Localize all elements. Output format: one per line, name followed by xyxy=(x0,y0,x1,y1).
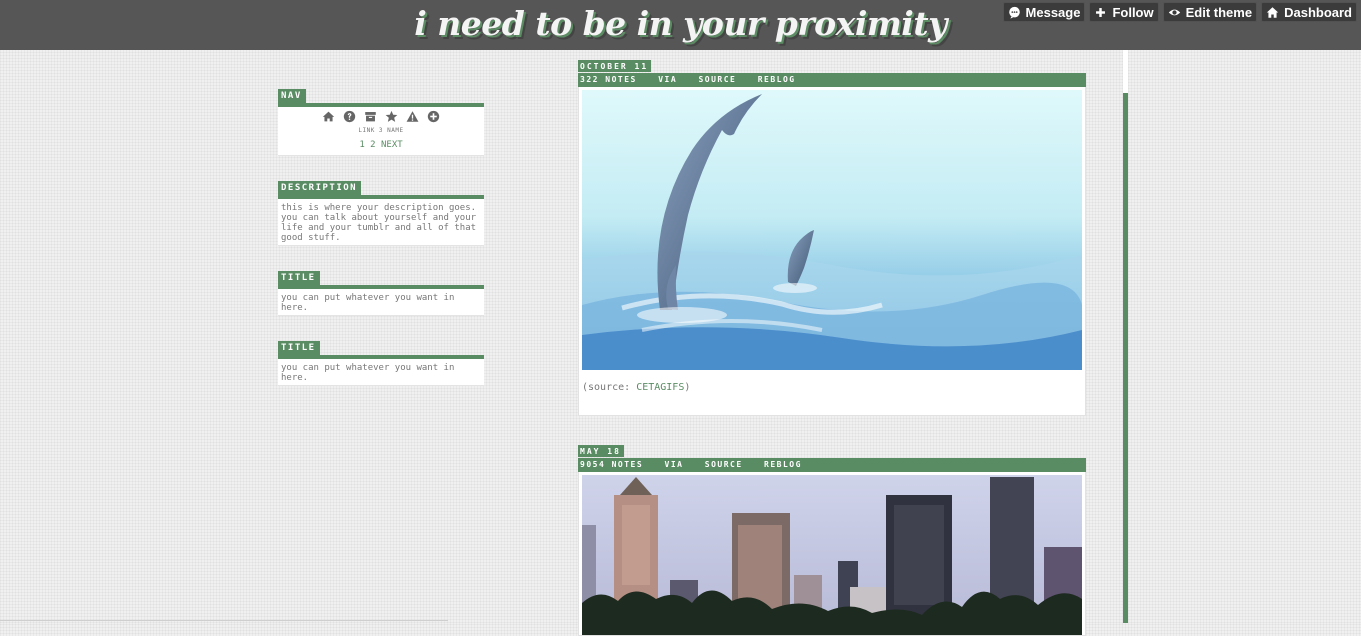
pagination: 1 2 NEXT xyxy=(281,140,481,150)
scrollbar[interactable] xyxy=(1123,93,1128,623)
nav-heading: NAV xyxy=(278,89,306,103)
nav-link[interactable]: LINK 3 NAME xyxy=(281,126,481,136)
archive-icon[interactable] xyxy=(364,110,377,123)
post-body xyxy=(578,472,1086,636)
dashboard-button-label: Dashboard xyxy=(1284,4,1352,20)
description-heading: DESCRIPTION xyxy=(278,181,362,195)
page-2-link[interactable]: 2 xyxy=(370,140,375,150)
eye-icon xyxy=(1168,9,1180,15)
post-1: OCTOBER 11 322 NOTES VIA SOURCE REBLOG (… xyxy=(578,54,1086,416)
reblog-link[interactable]: REBLOG xyxy=(764,460,802,469)
dashboard-button[interactable]: Dashboard xyxy=(1261,2,1357,22)
home-icon xyxy=(1266,6,1279,18)
nav-body: LINK 3 NAME 1 2 NEXT xyxy=(278,107,484,156)
question-icon[interactable] xyxy=(343,110,356,123)
post-meta-bar: 9054 NOTES VIA SOURCE REBLOG xyxy=(578,458,1086,472)
post-body: (source: CETAGIFS) xyxy=(578,87,1086,416)
source-link[interactable]: SOURCE xyxy=(705,460,743,469)
home-icon[interactable] xyxy=(322,110,335,123)
scroll-track-top xyxy=(1123,50,1128,93)
via-link[interactable]: VIA xyxy=(665,460,684,469)
custom-widget-1: TITLE you can put whatever you want in h… xyxy=(278,265,484,316)
next-page-link[interactable]: NEXT xyxy=(381,140,403,150)
caption-suffix: ) xyxy=(684,382,691,393)
notes-count-link[interactable]: 322 NOTES xyxy=(580,75,637,84)
message-button[interactable]: Message xyxy=(1002,2,1086,22)
widget-heading: TITLE xyxy=(278,271,320,285)
city-skyline-photo[interactable] xyxy=(582,475,1082,635)
source-link[interactable]: SOURCE xyxy=(698,75,736,84)
warning-icon[interactable] xyxy=(406,110,419,123)
follow-button-label: Follow xyxy=(1112,4,1154,20)
post-caption: (source: CETAGIFS) xyxy=(582,370,1082,415)
widget-heading: TITLE xyxy=(278,341,320,355)
post-date[interactable]: OCTOBER 11 xyxy=(578,60,652,72)
custom-widget-2: TITLE you can put whatever you want in h… xyxy=(278,335,484,386)
reblog-link[interactable]: REBLOG xyxy=(758,75,796,84)
caption-source-link[interactable]: CETAGIFS xyxy=(636,382,684,393)
widget-text: you can put whatever you want in here. xyxy=(278,359,484,386)
follow-button[interactable]: Follow xyxy=(1089,2,1159,22)
edit-theme-button-label: Edit theme xyxy=(1185,4,1253,20)
dolphins-jumping-photo[interactable] xyxy=(582,90,1082,370)
post-2: MAY 18 9054 NOTES VIA SOURCE REBLOG xyxy=(578,439,1086,636)
via-link[interactable]: VIA xyxy=(658,75,677,84)
message-button-label: Message xyxy=(1025,4,1081,20)
tumblr-controls: Message Follow Edit theme Dashboard xyxy=(1002,2,1357,22)
description-widget: DESCRIPTION this is where your descripti… xyxy=(278,175,484,246)
caption-prefix: (source: xyxy=(582,382,637,393)
divider-line xyxy=(0,620,448,621)
star-icon[interactable] xyxy=(385,110,398,123)
post-meta-bar: 322 NOTES VIA SOURCE REBLOG xyxy=(578,73,1086,87)
edit-theme-button[interactable]: Edit theme xyxy=(1162,2,1258,22)
message-bubble-icon xyxy=(1008,6,1020,19)
plus-icon xyxy=(1096,7,1106,17)
notes-count-link[interactable]: 9054 NOTES xyxy=(580,460,643,469)
sidebar: NAV LINK 3 NAME 1 2 NEXT DESCRIPTION thi… xyxy=(278,83,484,405)
page-1-link[interactable]: 1 xyxy=(359,140,364,150)
post-date[interactable]: MAY 18 xyxy=(578,445,624,457)
top-bar: i need to be in your proximity Message F… xyxy=(0,0,1361,50)
nav-widget: NAV LINK 3 NAME 1 2 NEXT xyxy=(278,83,484,156)
widget-text: you can put whatever you want in here. xyxy=(278,289,484,316)
nav-icons xyxy=(281,110,481,123)
plus-circle-icon[interactable] xyxy=(427,110,440,123)
description-text: this is where your description goes. you… xyxy=(278,199,484,246)
